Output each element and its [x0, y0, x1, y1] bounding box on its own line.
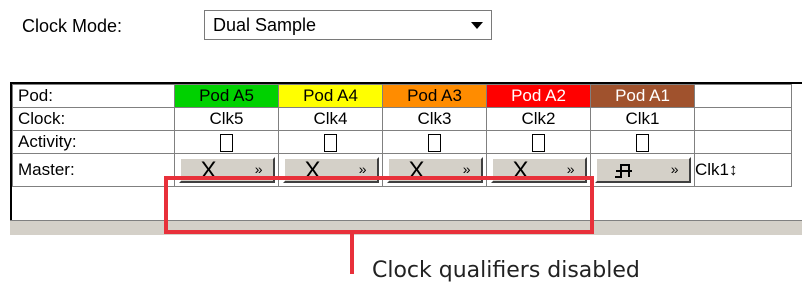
qualifier-cell: »	[590, 153, 695, 187]
activity-cell	[278, 130, 383, 154]
clock-mode-value: Dual Sample	[213, 15, 317, 35]
pod-header-a5[interactable]: Pod A5	[174, 84, 279, 108]
activity-indicator-icon	[636, 133, 649, 152]
pod-row-label: Pod:	[12, 84, 175, 108]
pod-header-a4[interactable]: Pod A4	[278, 84, 383, 108]
pod-clock-table: Pod: Pod A5 Pod A4 Pod A3 Pod A2 Pod A1 …	[12, 84, 792, 187]
pod-header-a2[interactable]: Pod A2	[486, 84, 591, 108]
clock-select[interactable]: Clk1↕	[694, 153, 792, 187]
clock-mode-dropdown[interactable]: Dual Sample	[204, 10, 492, 40]
pod-header-a3[interactable]: Pod A3	[382, 84, 487, 108]
clock-cell: Clk1	[590, 107, 695, 131]
double-chevron-down-icon: »	[358, 161, 367, 177]
clock-row: Clock: Clk5 Clk4 Clk3 Clk2 Clk1	[12, 107, 792, 131]
activity-cell	[486, 130, 591, 154]
empty-cell	[694, 107, 792, 131]
double-chevron-down-icon: »	[254, 161, 263, 177]
pod-header-a1[interactable]: Pod A1	[590, 84, 695, 108]
activity-indicator-icon	[532, 133, 545, 152]
activity-indicator-icon	[428, 133, 441, 152]
double-chevron-down-icon: »	[670, 161, 679, 177]
activity-indicator-icon	[220, 133, 233, 152]
clock-row-label: Clock:	[12, 107, 175, 131]
activity-cell	[174, 130, 279, 154]
annotation-callout-line	[350, 234, 354, 274]
qualifier-button-a1[interactable]: »	[594, 157, 691, 183]
annotation-highlight-box	[164, 176, 594, 234]
empty-cell	[694, 130, 792, 154]
activity-indicator-icon	[324, 133, 337, 152]
pod-row: Pod: Pod A5 Pod A4 Pod A3 Pod A2 Pod A1	[12, 84, 792, 108]
activity-cell	[590, 130, 695, 154]
clock-mode-label: Clock Mode:	[22, 16, 123, 36]
double-chevron-down-icon: »	[566, 161, 575, 177]
activity-row-label: Activity:	[12, 130, 175, 154]
clock-cell: Clk3	[382, 107, 487, 131]
master-row-label: Master:	[12, 153, 175, 187]
clock-cell: Clk4	[278, 107, 383, 131]
clock-cell: Clk2	[486, 107, 591, 131]
empty-cell	[694, 84, 792, 108]
rising-edge-icon	[614, 164, 632, 178]
activity-cell	[382, 130, 487, 154]
activity-row: Activity:	[12, 130, 792, 154]
double-chevron-down-icon: »	[462, 161, 471, 177]
chevron-down-icon[interactable]	[471, 22, 483, 29]
clock-cell: Clk5	[174, 107, 279, 131]
annotation-text: Clock qualifiers disabled	[372, 258, 640, 283]
